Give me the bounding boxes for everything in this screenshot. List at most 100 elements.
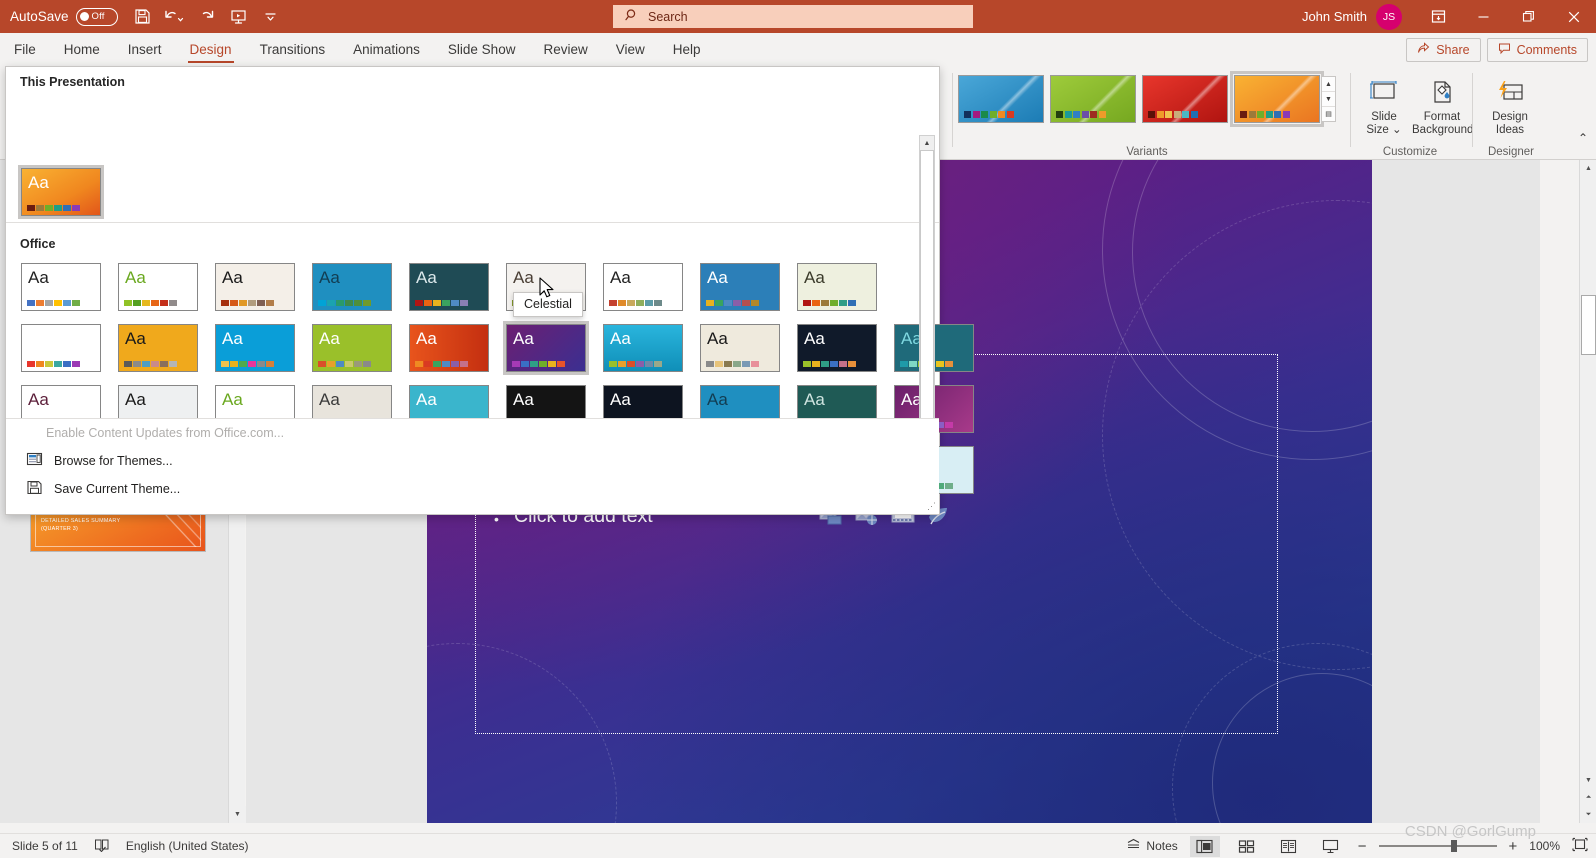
theme-thumbnail: Aa	[603, 324, 683, 372]
notes-button[interactable]: Notes	[1126, 838, 1178, 854]
gallery-scroll-thumb[interactable]	[920, 150, 934, 438]
variants-more-icon[interactable]: ▤	[1322, 107, 1335, 121]
start-presentation-icon[interactable]	[224, 3, 254, 31]
swatch	[742, 300, 750, 306]
tab-transitions[interactable]: Transitions	[246, 34, 340, 65]
theme-gallery-dropdown[interactable]: This Presentation Aa Office Aa Aa Aa Aa Aa Aa…	[5, 66, 974, 515]
ribbon-display-options-icon[interactable]	[1416, 0, 1461, 33]
theme-tile-ion-cream[interactable]: Aa	[794, 260, 880, 314]
theme-tile-facet[interactable]: Aa	[115, 260, 201, 314]
theme-tile-quotable[interactable]: Aa	[697, 321, 783, 375]
tab-review[interactable]: Review	[529, 34, 601, 65]
theme-aa-sample: Aa	[416, 268, 437, 287]
chevron-down-icon[interactable]: ⌄	[1389, 124, 1402, 136]
theme-tile-ion-boardroom-dark[interactable]: Aa	[406, 260, 492, 314]
slideshow-icon[interactable]	[1316, 836, 1346, 857]
minimize-button[interactable]	[1461, 0, 1506, 33]
save-current-theme-item[interactable]: Save Current Theme...	[6, 475, 939, 503]
slide-size-button[interactable]: Slide Size ⌄	[1356, 73, 1412, 137]
theme-tile-retrospect[interactable]: Aa	[697, 260, 783, 314]
swatch	[1056, 111, 1063, 118]
gallery-scroll-up-icon[interactable]: ▲	[920, 136, 934, 150]
theme-tile-wisp[interactable]: Aa	[212, 260, 298, 314]
browse-for-themes-item[interactable]: Browse for Themes...	[6, 447, 939, 475]
variants-scroll-up-icon[interactable]: ▲	[1322, 77, 1335, 92]
avatar[interactable]: JS	[1376, 3, 1402, 30]
panel-scroll-down-icon[interactable]: ▼	[229, 806, 246, 823]
theme-tile-slice-white[interactable]: Aa	[600, 260, 686, 314]
slide-sorter-icon[interactable]	[1232, 836, 1262, 857]
theme-tile-celestial[interactable]: Aa	[503, 321, 589, 375]
search-box[interactable]: Search	[613, 5, 973, 28]
tab-view[interactable]: View	[602, 34, 659, 65]
theme-tile-droplet[interactable]: Aa	[309, 321, 395, 375]
previous-slide-icon[interactable]: ⏶	[1580, 789, 1596, 806]
zoom-slider[interactable]	[1378, 840, 1497, 853]
swatch	[1148, 111, 1155, 118]
tab-design[interactable]: Design	[176, 34, 246, 65]
variants-scroll-down-icon[interactable]: ▼	[1322, 92, 1335, 107]
theme-tile-badge[interactable]: Aa	[309, 260, 395, 314]
normal-view-icon[interactable]	[1189, 835, 1220, 857]
zoom-in-button[interactable]: +	[1509, 838, 1518, 855]
next-slide-icon[interactable]: ⏷	[1580, 806, 1596, 823]
edit-scroll-up-icon[interactable]: ▲	[1580, 160, 1596, 177]
restore-button[interactable]	[1506, 0, 1551, 33]
edit-area-scrollbar[interactable]: ▲ ▼ ⏶ ⏷	[1579, 160, 1596, 823]
tab-home[interactable]: Home	[50, 34, 114, 65]
share-button[interactable]: Share	[1406, 38, 1481, 62]
tab-slide-show[interactable]: Slide Show	[434, 34, 530, 65]
swatch	[821, 361, 829, 367]
close-button[interactable]	[1551, 0, 1596, 33]
edit-scroll-thumb[interactable]	[1581, 295, 1596, 355]
customize-qat-icon[interactable]	[256, 3, 286, 31]
tab-help[interactable]: Help	[659, 34, 715, 65]
zoom-level[interactable]: 100%	[1529, 839, 1560, 853]
swatch	[363, 300, 371, 306]
swatch	[45, 300, 53, 306]
collapse-ribbon-icon[interactable]: ⌃	[1578, 131, 1588, 145]
redo-icon[interactable]	[192, 3, 222, 31]
user-name[interactable]: John Smith	[1302, 9, 1367, 24]
gallery-actions: Enable Content Updates from Office.com..…	[6, 418, 939, 514]
autosave-switch[interactable]: Off	[75, 7, 118, 26]
fit-slide-icon[interactable]	[1572, 837, 1588, 855]
swatch	[54, 300, 62, 306]
design-ideas-button[interactable]: Design Ideas	[1482, 73, 1538, 137]
edit-scroll-down-icon[interactable]: ▼	[1580, 772, 1596, 789]
language-indicator[interactable]: English (United States)	[126, 839, 249, 853]
variant-red[interactable]	[1142, 75, 1228, 123]
gallery-resize-grip[interactable]: ⋰	[927, 501, 936, 512]
variant-blue[interactable]	[958, 75, 1044, 123]
theme-tile-office-theme[interactable]: Aa	[18, 260, 104, 314]
swatch	[424, 300, 432, 306]
theme-tile-parcel[interactable]: Aa	[600, 321, 686, 375]
save-icon[interactable]	[128, 3, 158, 31]
variants-scroll[interactable]: ▲ ▼ ▤	[1321, 76, 1336, 122]
spellcheck-icon[interactable]	[94, 838, 110, 855]
tab-animations[interactable]: Animations	[339, 34, 434, 65]
theme-thumbnail: Aa	[215, 263, 295, 311]
zoom-slider-handle[interactable]	[1450, 840, 1457, 853]
slide-indicator[interactable]: Slide 5 of 11	[12, 839, 78, 853]
reading-view-icon[interactable]	[1274, 836, 1304, 857]
zoom-out-button[interactable]: −	[1358, 838, 1367, 855]
tab-file[interactable]: File	[0, 34, 50, 65]
theme-tile-berlin-orange[interactable]: Aa	[18, 165, 104, 219]
customize-group: Slide Size ⌄ Format Background Customize	[1350, 67, 1473, 160]
undo-icon[interactable]	[160, 3, 190, 31]
format-background-button[interactable]: Format Background	[1412, 73, 1473, 137]
theme-tile-berlin-red[interactable]: Aa	[18, 321, 104, 375]
autosave-toggle[interactable]: AutoSave Off	[10, 7, 118, 26]
theme-tile-frame-orange[interactable]: Aa	[406, 321, 492, 375]
swatch	[63, 205, 71, 211]
variant-green[interactable]	[1050, 75, 1136, 123]
variant-orange[interactable]	[1230, 71, 1324, 127]
tab-insert[interactable]: Insert	[114, 34, 176, 65]
theme-swatches	[27, 300, 80, 306]
theme-tile-celestial-blue[interactable]: Aa	[212, 321, 298, 375]
theme-tile-savon-dark[interactable]: Aa	[794, 321, 880, 375]
status-left: Slide 5 of 11 English (United States)	[0, 838, 249, 855]
theme-tile-vapor-trail[interactable]: Aa	[115, 321, 201, 375]
comments-button[interactable]: Comments	[1486, 38, 1588, 62]
